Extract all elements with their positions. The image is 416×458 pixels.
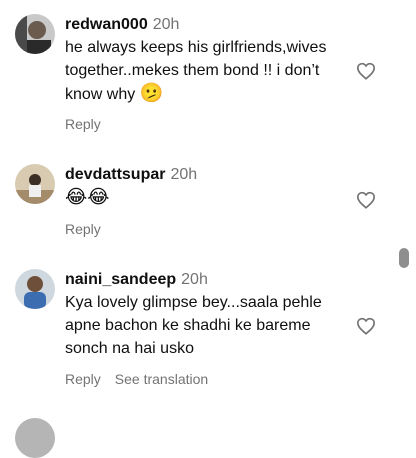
avatar[interactable] <box>15 418 55 458</box>
heart-icon[interactable] <box>356 317 376 335</box>
comment-actions: Reply <box>65 116 115 132</box>
timestamp[interactable]: 20h <box>170 166 197 183</box>
reply-button[interactable]: Reply <box>65 221 101 237</box>
see-translation-button[interactable]: See translation <box>115 371 208 387</box>
comment-item: devdattsupar 20h 😂😂 Reply <box>0 150 390 260</box>
timestamp[interactable]: 20h <box>181 271 208 288</box>
comment-actions: Reply <box>65 221 115 237</box>
comment-actions: Reply See translation <box>65 371 222 387</box>
avatar[interactable] <box>15 164 55 204</box>
avatar[interactable] <box>15 269 55 309</box>
username[interactable]: naini_sandeep <box>65 271 176 288</box>
comment-text: Kya lovely glimpse bey...saala pehle apn… <box>65 291 355 360</box>
username[interactable]: redwan000 <box>65 16 148 33</box>
comment-header: devdattsupar 20h <box>65 165 197 185</box>
comment-header: naini_sandeep 20h <box>65 270 208 290</box>
comment-body: he always keeps his girlfriends,wives to… <box>65 39 327 103</box>
username[interactable]: devdattsupar <box>65 166 165 183</box>
comment-text: he always keeps his girlfriends,wives to… <box>65 36 350 106</box>
comment-body: Kya lovely glimpse bey...saala pehle apn… <box>65 294 322 357</box>
comment-header: redwan000 20h <box>65 15 179 35</box>
comment-item: redwan000 20h he always keeps his girlfri… <box>0 0 390 150</box>
comment-item: naini_sandeep 20h Kya lovely glimpse bey.… <box>0 255 390 405</box>
emoji: 🫤 <box>139 82 164 104</box>
reply-button[interactable]: Reply <box>65 371 101 387</box>
avatar[interactable] <box>15 14 55 54</box>
timestamp[interactable]: 20h <box>153 16 180 33</box>
emoji: 😂😂 <box>65 186 110 208</box>
reply-button[interactable]: Reply <box>65 116 101 132</box>
heart-icon[interactable] <box>356 191 376 209</box>
scrollbar-thumb[interactable] <box>399 248 409 268</box>
comment-text: 😂😂 <box>65 186 350 210</box>
heart-icon[interactable] <box>356 62 376 80</box>
